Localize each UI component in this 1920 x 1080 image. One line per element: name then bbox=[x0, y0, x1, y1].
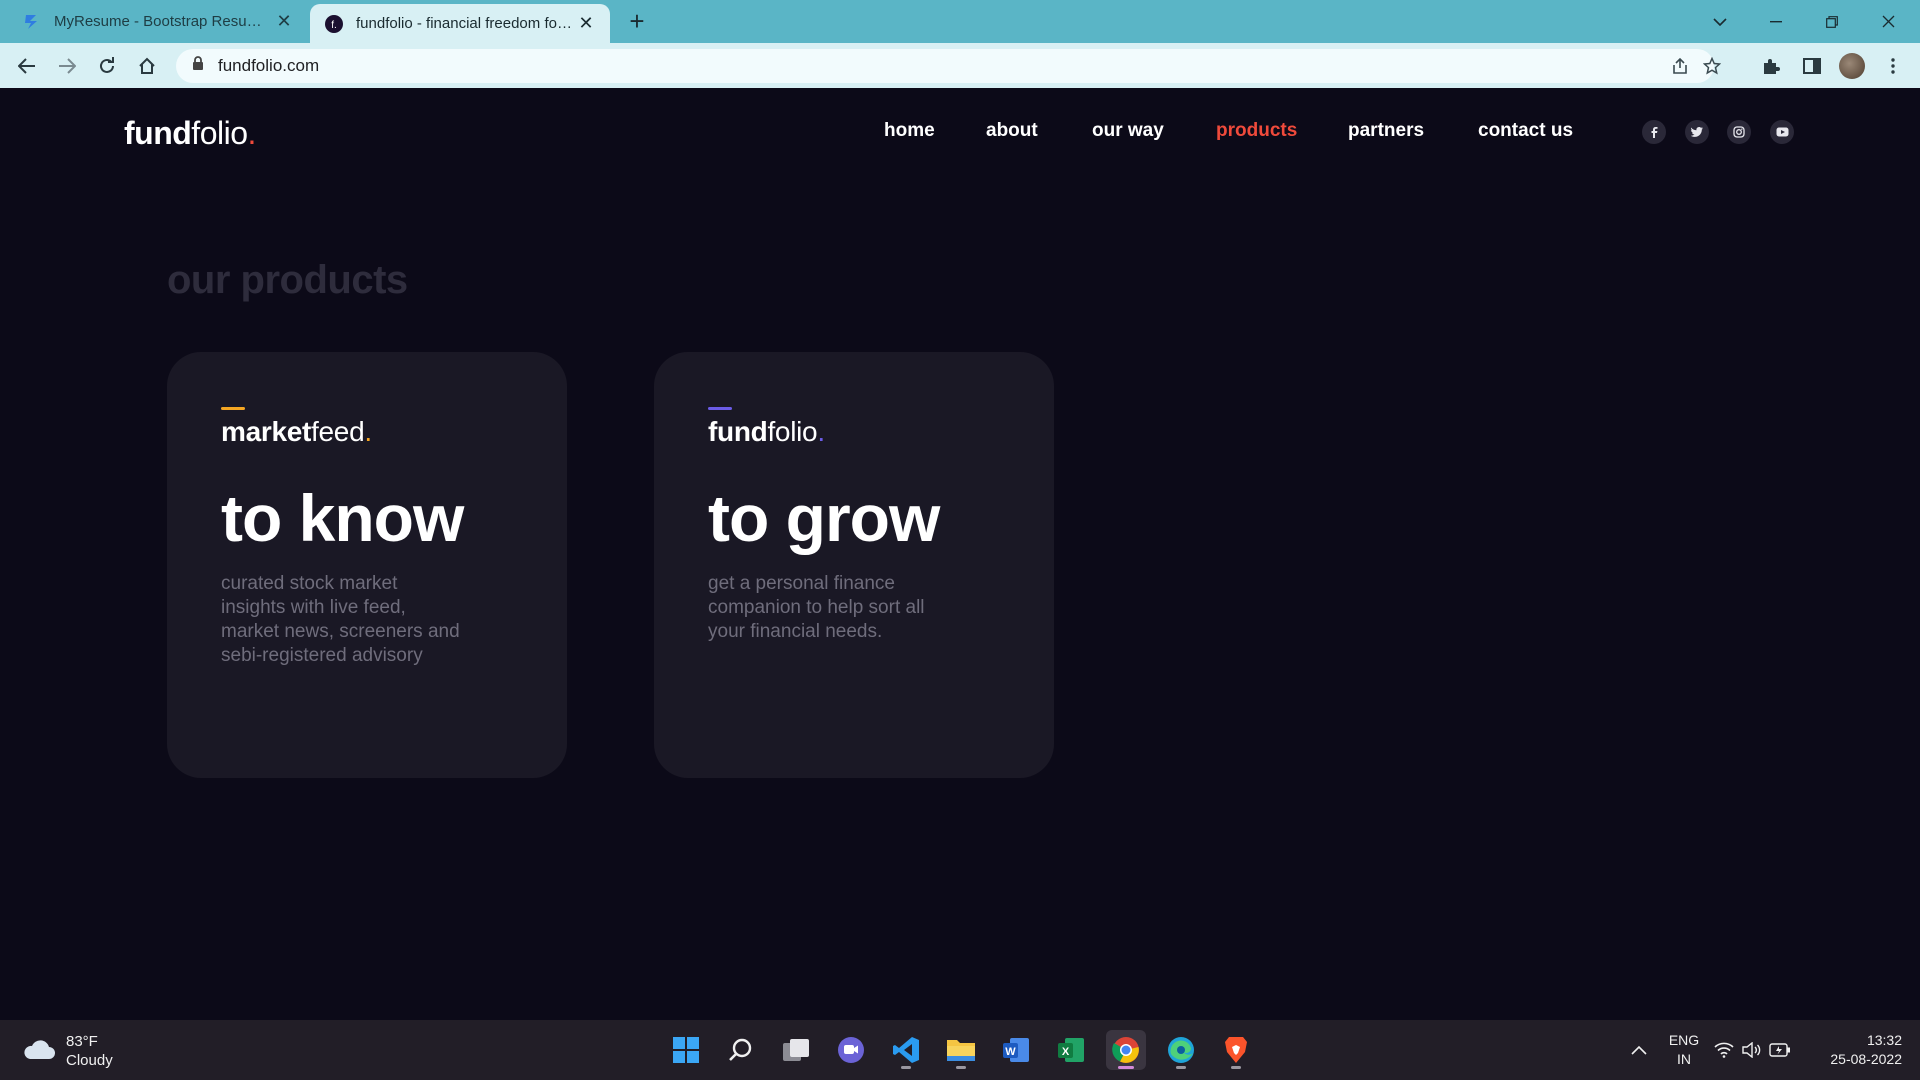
url-text: fundfolio.com bbox=[218, 56, 320, 75]
marketfeed-logo: marketfeed. bbox=[221, 416, 372, 448]
running-indicator bbox=[1118, 1066, 1134, 1069]
search-icon[interactable] bbox=[721, 1030, 761, 1070]
product-card-marketfeed[interactable]: marketfeed. to know curated stock market… bbox=[167, 352, 567, 778]
brand-dot: . bbox=[364, 416, 372, 447]
teams-chat-icon[interactable] bbox=[831, 1030, 871, 1070]
clock[interactable]: 13:32 25-08-2022 bbox=[1810, 1031, 1902, 1069]
volume-icon[interactable] bbox=[1738, 1030, 1766, 1070]
logo-dot: . bbox=[247, 115, 257, 151]
running-indicator bbox=[956, 1066, 966, 1069]
wifi-icon[interactable] bbox=[1710, 1030, 1738, 1070]
restore-window-icon[interactable] bbox=[1804, 0, 1860, 43]
card-accent-line bbox=[708, 407, 732, 410]
card-headline: to grow bbox=[708, 481, 940, 555]
youtube-icon[interactable] bbox=[1770, 120, 1794, 144]
start-icon[interactable] bbox=[666, 1030, 706, 1070]
cloud-icon bbox=[22, 1038, 56, 1065]
close-tab-icon[interactable]: ✕ bbox=[274, 11, 294, 32]
nav-products[interactable]: products bbox=[1216, 120, 1297, 142]
tab-title: fundfolio - financial freedom for all bbox=[356, 15, 576, 32]
section-title: our products bbox=[167, 258, 408, 302]
weather-description: Cloudy bbox=[66, 1052, 113, 1069]
running-indicator bbox=[901, 1066, 911, 1069]
task-view-icon[interactable] bbox=[776, 1030, 816, 1070]
twitter-icon[interactable] bbox=[1685, 120, 1709, 144]
edge-icon[interactable] bbox=[1161, 1030, 1201, 1070]
lock-icon bbox=[192, 56, 204, 76]
instagram-icon[interactable] bbox=[1727, 120, 1751, 144]
browser-tab-strip: MyResume - Bootstrap Resume and CV Templ… bbox=[0, 0, 1920, 43]
clock-date: 25-08-2022 bbox=[1830, 1051, 1902, 1067]
region-code: IN bbox=[1677, 1051, 1691, 1067]
nav-home[interactable]: home bbox=[884, 120, 935, 142]
facebook-icon[interactable] bbox=[1642, 120, 1666, 144]
brand-light-text: feed bbox=[311, 416, 365, 447]
address-bar[interactable]: fundfolio.com bbox=[176, 49, 1721, 83]
windows-taskbar: 83°F Cloudy W X ENG IN 13:32 25-08-2022 bbox=[0, 1020, 1920, 1080]
running-indicator bbox=[1231, 1066, 1241, 1069]
nav-about[interactable]: about bbox=[986, 120, 1038, 142]
brave-icon[interactable] bbox=[1216, 1030, 1256, 1070]
close-tab-icon[interactable]: ✕ bbox=[576, 13, 596, 34]
brand-bold-text: market bbox=[221, 416, 312, 447]
fundfolio-card-logo: fundfolio. bbox=[708, 416, 825, 448]
word-icon[interactable]: W bbox=[996, 1030, 1036, 1070]
menu-kebab-icon[interactable] bbox=[1880, 53, 1906, 79]
language-code: ENG bbox=[1668, 1032, 1700, 1048]
card-description: get a personal finance companion to help… bbox=[708, 573, 925, 642]
product-card-fundfolio[interactable]: fundfolio. to grow get a personal financ… bbox=[654, 352, 1054, 778]
browser-toolbar: fundfolio.com bbox=[0, 43, 1920, 88]
back-arrow-icon[interactable] bbox=[12, 51, 42, 81]
webpage: fundfolio. home about our way products p… bbox=[0, 88, 1920, 1020]
close-window-icon[interactable] bbox=[1860, 0, 1916, 43]
file-explorer-icon[interactable] bbox=[941, 1030, 981, 1070]
reload-icon[interactable] bbox=[92, 51, 122, 81]
forward-arrow-icon[interactable] bbox=[52, 51, 82, 81]
browser-tab-fundfolio[interactable]: f. fundfolio - financial freedom for all… bbox=[310, 4, 610, 43]
bookmark-star-icon[interactable] bbox=[1702, 56, 1722, 76]
svg-text:f.: f. bbox=[331, 20, 337, 31]
bootstrap-favicon-icon bbox=[22, 12, 42, 32]
share-icon[interactable] bbox=[1670, 56, 1690, 76]
nav-contact-us[interactable]: contact us bbox=[1478, 120, 1573, 142]
nav-our-way[interactable]: our way bbox=[1092, 120, 1164, 142]
card-accent-line bbox=[221, 407, 245, 410]
brand-light-text: folio bbox=[767, 416, 818, 447]
battery-charging-icon[interactable] bbox=[1766, 1030, 1794, 1070]
logo-bold-text: fund bbox=[124, 115, 192, 151]
fundfolio-logo[interactable]: fundfolio. bbox=[124, 115, 256, 152]
svg-text:X: X bbox=[1062, 1046, 1070, 1058]
profile-avatar[interactable] bbox=[1839, 53, 1865, 79]
brand-dot: . bbox=[817, 416, 825, 447]
fundfolio-favicon-icon: f. bbox=[324, 14, 344, 34]
minimize-window-icon[interactable] bbox=[1748, 0, 1804, 43]
clock-time: 13:32 bbox=[1866, 1032, 1902, 1048]
weather-widget[interactable]: 83°F Cloudy bbox=[22, 1032, 113, 1070]
browser-tab-myresume[interactable]: MyResume - Bootstrap Resume and CV Templ… bbox=[8, 0, 308, 43]
card-headline: to know bbox=[221, 481, 464, 555]
card-description: curated stock market insights with live … bbox=[221, 573, 460, 666]
brand-bold-text: fund bbox=[708, 416, 768, 447]
home-icon[interactable] bbox=[132, 51, 162, 81]
extensions-puzzle-icon[interactable] bbox=[1758, 53, 1784, 79]
chrome-icon[interactable] bbox=[1106, 1030, 1146, 1070]
vscode-icon[interactable] bbox=[886, 1030, 926, 1070]
new-tab-button[interactable]: + bbox=[622, 6, 652, 36]
tab-title: MyResume - Bootstrap Resume and CV Templ… bbox=[54, 13, 274, 30]
tab-search-chevron-icon[interactable] bbox=[1692, 0, 1748, 43]
side-panel-icon[interactable] bbox=[1799, 53, 1825, 79]
weather-temperature: 83°F bbox=[66, 1033, 98, 1050]
show-hidden-icons-chevron-icon[interactable] bbox=[1619, 1030, 1659, 1070]
nav-partners[interactable]: partners bbox=[1348, 120, 1424, 142]
running-indicator bbox=[1176, 1066, 1186, 1069]
logo-light-text: folio bbox=[191, 115, 248, 151]
input-language-indicator[interactable]: ENG IN bbox=[1664, 1031, 1704, 1069]
excel-icon[interactable]: X bbox=[1051, 1030, 1091, 1070]
svg-text:W: W bbox=[1005, 1046, 1016, 1058]
